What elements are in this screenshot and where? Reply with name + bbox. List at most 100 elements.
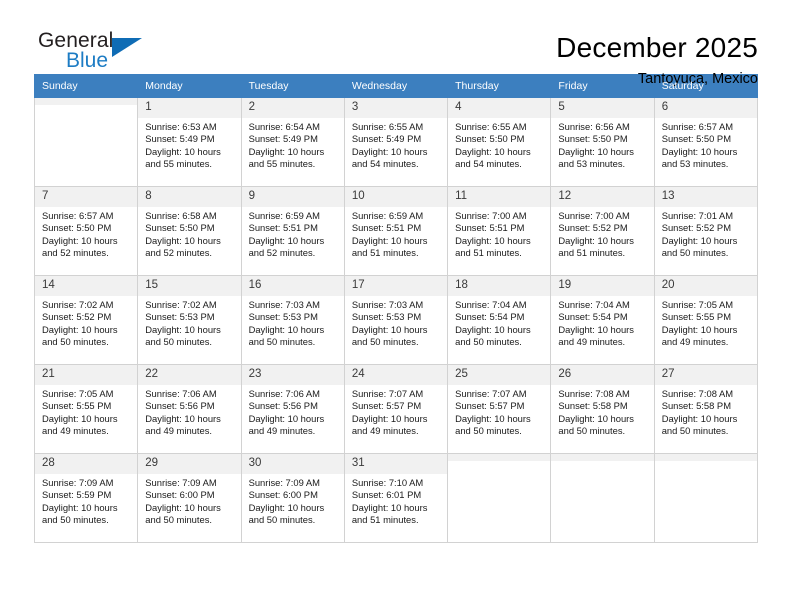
sunrise-text: Sunrise: 7:01 AM [661, 210, 734, 221]
day-details: Sunrise: 6:58 AM Sunset: 5:50 PM Daylight:… [138, 207, 240, 260]
daylight-text-line1: Daylight: 10 hours [455, 412, 531, 424]
day-number: 10 [344, 187, 448, 207]
day-details: Sunrise: 6:56 AM Sunset: 5:50 PM Daylight:… [551, 118, 653, 171]
daylight-text-line1: Daylight: 10 hours [145, 412, 221, 424]
calendar-day-cell[interactable]: 24 Sunrise: 7:07 AM Sunset: 5:57 PM Dayligh… [343, 364, 449, 454]
day-details: Sunrise: 6:57 AM Sunset: 5:50 PM Daylight:… [655, 118, 757, 171]
calendar-day-cell[interactable]: 2 Sunrise: 6:54 AM Sunset: 5:49 PM Daylight… [240, 97, 345, 187]
calendar-day-cell[interactable]: 12 Sunrise: 7:00 AM Sunset: 5:52 PM Dayligh… [550, 186, 655, 276]
calendar-day-cell[interactable]: 10 Sunrise: 6:59 AM Sunset: 5:51 PM Dayligh… [343, 186, 449, 276]
calendar-day-cell[interactable]: 7 Sunrise: 6:57 AM Sunset: 5:50 PM Daylight… [33, 186, 139, 276]
day-details: Sunrise: 6:59 AM Sunset: 5:51 PM Daylight:… [345, 207, 447, 260]
calendar-day-cell[interactable]: 1 Sunrise: 6:53 AM Sunset: 5:49 PM Daylight… [137, 97, 242, 187]
daylight-text-line2: and 49 minutes. [42, 425, 109, 437]
calendar-day-cell[interactable]: 9 Sunrise: 6:59 AM Sunset: 5:51 PM Daylight… [240, 186, 345, 276]
calendar-day-cell[interactable]: 18 Sunrise: 7:04 AM Sunset: 5:54 PM Dayligh… [447, 275, 552, 365]
sunset-text: Sunset: 5:49 PM [145, 133, 215, 145]
calendar-day-cell[interactable]: 20 Sunrise: 7:05 AM Sunset: 5:55 PM Dayligh… [653, 275, 759, 365]
day-number: 11 [448, 187, 551, 207]
weekday-header-thursday: Thursday [447, 74, 552, 98]
sunset-text: Sunset: 5:50 PM [661, 133, 731, 145]
daylight-text-line1: Daylight: 10 hours [351, 501, 428, 513]
daylight-text-line2: and 54 minutes. [351, 158, 419, 170]
day-number: 7 [35, 187, 138, 207]
calendar-day-cell[interactable]: 13 Sunrise: 7:01 AM Sunset: 5:52 PM Dayligh… [653, 186, 759, 276]
calendar-day-cell[interactable]: 15 Sunrise: 7:02 AM Sunset: 5:53 PM Dayligh… [137, 275, 242, 365]
daylight-text-line1: Daylight: 10 hours [558, 234, 634, 246]
day-number: 3 [344, 98, 448, 118]
day-number: 21 [35, 365, 138, 385]
calendar-day-cell[interactable]: 3 Sunrise: 6:55 AM Sunset: 5:49 PM Daylight… [343, 97, 449, 187]
calendar-day-cell[interactable]: 5 Sunrise: 6:56 AM Sunset: 5:50 PM Daylight… [550, 97, 655, 187]
daylight-text-line2: and 53 minutes. [661, 158, 729, 170]
calendar-day-cell[interactable]: 4 Sunrise: 6:55 AM Sunset: 5:50 PM Daylight… [447, 97, 552, 187]
daylight-text-line1: Daylight: 10 hours [558, 412, 634, 424]
sunrise-text: Sunrise: 7:00 AM [558, 210, 630, 221]
day-details: Sunrise: 7:00 AM Sunset: 5:51 PM Daylight:… [448, 207, 550, 260]
daylight-text-line1: Daylight: 10 hours [661, 234, 738, 246]
calendar-day-cell[interactable]: 26 Sunrise: 7:08 AM Sunset: 5:58 PM Dayligh… [550, 364, 655, 454]
calendar-day-cell[interactable]: 8 Sunrise: 6:58 AM Sunset: 5:50 PM Daylight… [137, 186, 242, 276]
calendar-week-row: 1 Sunrise: 6:53 AM Sunset: 5:49 PM Daylight… [33, 97, 759, 187]
logo-triangle-icon [112, 38, 142, 57]
daylight-text-line1: Daylight: 10 hours [248, 501, 325, 513]
sunrise-text: Sunrise: 6:56 AM [558, 121, 630, 132]
calendar-day-cell[interactable]: 25 Sunrise: 7:07 AM Sunset: 5:57 PM Dayligh… [447, 364, 552, 454]
day-number: 4 [448, 98, 551, 118]
calendar-day-cell[interactable]: 30 Sunrise: 7:09 AM Sunset: 6:00 PM Dayligh… [240, 453, 345, 543]
day-number: 23 [241, 365, 344, 385]
daylight-text-line1: Daylight: 10 hours [455, 234, 531, 246]
sunset-text: Sunset: 6:01 PM [351, 489, 422, 501]
daylight-text-line2: and 55 minutes. [248, 158, 316, 170]
daylight-text-line1: Daylight: 10 hours [248, 234, 325, 246]
calendar-day-cell[interactable]: 27 Sunrise: 7:08 AM Sunset: 5:58 PM Dayligh… [653, 364, 759, 454]
calendar-day-cell[interactable]: 21 Sunrise: 7:05 AM Sunset: 5:55 PM Dayligh… [33, 364, 139, 454]
day-details: Sunrise: 6:55 AM Sunset: 5:49 PM Daylight:… [345, 118, 447, 171]
day-number: 17 [344, 276, 448, 296]
calendar-day-cell[interactable]: 23 Sunrise: 7:06 AM Sunset: 5:56 PM Dayligh… [240, 364, 345, 454]
calendar-day-cell[interactable]: 28 Sunrise: 7:09 AM Sunset: 5:59 PM Dayligh… [33, 453, 139, 543]
sunrise-text: Sunrise: 7:02 AM [42, 299, 114, 310]
daylight-text-line1: Daylight: 10 hours [351, 145, 428, 157]
sunset-text: Sunset: 5:57 PM [351, 400, 422, 412]
day-details: Sunrise: 7:08 AM Sunset: 5:58 PM Daylight:… [655, 385, 757, 438]
calendar-cell-empty [653, 453, 759, 543]
day-details: Sunrise: 7:02 AM Sunset: 5:52 PM Daylight:… [35, 296, 137, 349]
calendar-day-cell[interactable]: 6 Sunrise: 6:57 AM Sunset: 5:50 PM Daylight… [653, 97, 759, 187]
calendar-day-cell[interactable]: 22 Sunrise: 7:06 AM Sunset: 5:56 PM Dayligh… [137, 364, 242, 454]
calendar-day-cell[interactable]: 17 Sunrise: 7:03 AM Sunset: 5:53 PM Dayligh… [343, 275, 449, 365]
daylight-text-line2: and 50 minutes. [248, 514, 316, 526]
daylight-text-line2: and 50 minutes. [558, 425, 626, 437]
day-number: 31 [344, 454, 448, 474]
daylight-text-line1: Daylight: 10 hours [145, 145, 221, 157]
daylight-text-line1: Daylight: 10 hours [351, 234, 428, 246]
calendar-day-cell[interactable]: 11 Sunrise: 7:00 AM Sunset: 5:51 PM Dayligh… [447, 186, 552, 276]
calendar-day-cell[interactable]: 31 Sunrise: 7:10 AM Sunset: 6:01 PM Dayligh… [343, 453, 449, 543]
sunset-text: Sunset: 5:58 PM [558, 400, 628, 412]
daylight-text-line1: Daylight: 10 hours [145, 501, 221, 513]
calendar-day-cell[interactable]: 14 Sunrise: 7:02 AM Sunset: 5:52 PM Dayligh… [33, 275, 139, 365]
day-details: Sunrise: 6:53 AM Sunset: 5:49 PM Daylight:… [138, 118, 240, 171]
calendar-day-cell[interactable]: 16 Sunrise: 7:03 AM Sunset: 5:53 PM Dayligh… [240, 275, 345, 365]
calendar-week-row: 21 Sunrise: 7:05 AM Sunset: 5:55 PM Dayligh… [33, 364, 759, 454]
day-number: 30 [241, 454, 344, 474]
general-blue-logo[interactable]: General Blue [34, 30, 194, 78]
day-details: Sunrise: 7:00 AM Sunset: 5:52 PM Daylight:… [551, 207, 653, 260]
day-number: 1 [138, 98, 241, 118]
calendar-day-cell[interactable]: 19 Sunrise: 7:04 AM Sunset: 5:54 PM Dayligh… [550, 275, 655, 365]
daylight-text-line2: and 50 minutes. [351, 336, 419, 348]
daylight-text-line2: and 51 minutes. [455, 247, 522, 259]
day-number: 9 [241, 187, 344, 207]
day-details: Sunrise: 7:09 AM Sunset: 6:00 PM Daylight:… [242, 474, 344, 527]
daylight-text-line1: Daylight: 10 hours [455, 323, 531, 335]
daylight-text-line1: Daylight: 10 hours [145, 234, 221, 246]
sunrise-text: Sunrise: 6:54 AM [248, 121, 320, 132]
sunset-text: Sunset: 6:00 PM [248, 489, 318, 501]
calendar-day-cell[interactable]: 29 Sunrise: 7:09 AM Sunset: 6:00 PM Dayligh… [137, 453, 242, 543]
daylight-text-line2: and 49 minutes. [145, 425, 212, 437]
sunrise-text: Sunrise: 7:03 AM [248, 299, 320, 310]
sunrise-text: Sunrise: 6:55 AM [455, 121, 527, 132]
sunset-text: Sunset: 5:54 PM [455, 311, 525, 323]
day-details: Sunrise: 7:06 AM Sunset: 5:56 PM Daylight:… [138, 385, 240, 438]
daylight-text-line2: and 49 minutes. [558, 336, 626, 348]
